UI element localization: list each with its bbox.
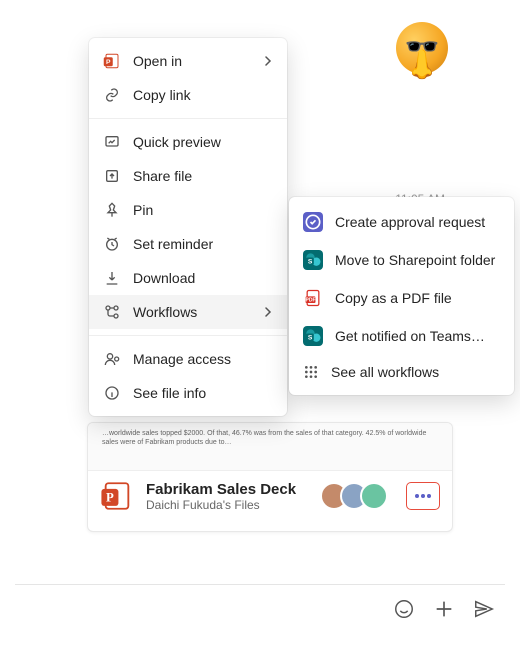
pin-icon — [103, 201, 121, 219]
menu-set-reminder[interactable]: Set reminder — [89, 227, 287, 261]
menu-label: Workflows — [133, 304, 251, 320]
chat-view: 🕶️ 👃 11:05 AM …worldwide sales topped $2… — [0, 0, 520, 652]
add-button[interactable] — [433, 598, 455, 620]
sharepoint-icon: S — [303, 250, 323, 270]
menu-label: Copy link — [133, 87, 273, 103]
submenu-create-approval[interactable]: Create approval request — [289, 203, 514, 241]
menu-separator — [89, 118, 287, 119]
share-icon — [103, 167, 121, 185]
svg-text:PDF: PDF — [306, 297, 316, 303]
menu-label: Quick preview — [133, 134, 273, 150]
submenu-see-all-workflows[interactable]: See all workflows — [289, 355, 514, 389]
menu-label: Get notified on Teams… — [335, 328, 485, 344]
menu-label: Download — [133, 270, 273, 286]
menu-label: Pin — [133, 202, 273, 218]
submenu-get-notified[interactable]: S Get notified on Teams… — [289, 317, 514, 355]
file-attachment-card[interactable]: …worldwide sales topped $2000. Of that, … — [87, 422, 453, 532]
menu-separator — [89, 335, 287, 336]
apps-grid-icon — [303, 364, 319, 380]
file-title: Fabrikam Sales Deck — [146, 481, 308, 498]
powerpoint-icon: P — [103, 52, 121, 70]
svg-text:S: S — [308, 258, 313, 265]
menu-see-file-info[interactable]: See file info — [89, 376, 287, 410]
svg-text:P: P — [106, 59, 111, 66]
manage-access-icon — [103, 350, 121, 368]
sharepoint-icon: S — [303, 326, 323, 346]
menu-label: Manage access — [133, 351, 273, 367]
file-shared-avatars — [320, 482, 388, 510]
emoji-button[interactable] — [393, 598, 415, 620]
menu-label: See file info — [133, 385, 273, 401]
submenu-copy-pdf[interactable]: PDF Copy as a PDF file — [289, 279, 514, 317]
preview-icon — [103, 133, 121, 151]
download-icon — [103, 269, 121, 287]
menu-open-in[interactable]: P Open in — [89, 44, 287, 78]
menu-copy-link[interactable]: Copy link — [89, 78, 287, 112]
info-icon — [103, 384, 121, 402]
compose-bar — [15, 584, 505, 632]
link-icon — [103, 86, 121, 104]
send-button[interactable] — [473, 598, 495, 620]
menu-pin[interactable]: Pin — [89, 193, 287, 227]
workflows-submenu: Create approval request S Move to Sharep… — [289, 197, 514, 395]
file-more-actions-button[interactable] — [406, 482, 440, 510]
menu-label: Move to Sharepoint folder — [335, 252, 495, 268]
menu-quick-preview[interactable]: Quick preview — [89, 125, 287, 159]
approvals-icon — [303, 212, 323, 232]
svg-text:S: S — [308, 334, 313, 341]
menu-manage-access[interactable]: Manage access — [89, 342, 287, 376]
chevron-right-icon — [263, 56, 273, 66]
menu-label: Open in — [133, 53, 251, 69]
submenu-move-sharepoint[interactable]: S Move to Sharepoint folder — [289, 241, 514, 279]
file-context-menu: P Open in Copy link Quick preview Share — [89, 38, 287, 416]
sender-avatar: 🕶️ 👃 — [396, 22, 448, 74]
chevron-right-icon — [263, 307, 273, 317]
powerpoint-icon: P — [100, 479, 134, 513]
menu-workflows[interactable]: Workflows — [89, 295, 287, 329]
menu-label: See all workflows — [331, 364, 439, 380]
menu-label: Create approval request — [335, 214, 485, 230]
clock-icon — [103, 235, 121, 253]
menu-label: Share file — [133, 168, 273, 184]
menu-download[interactable]: Download — [89, 261, 287, 295]
pdf-icon: PDF — [303, 288, 323, 308]
menu-label: Set reminder — [133, 236, 273, 252]
menu-label: Copy as a PDF file — [335, 290, 452, 306]
menu-share-file[interactable]: Share file — [89, 159, 287, 193]
svg-text:P: P — [106, 491, 114, 505]
file-preview-thumbnail: …worldwide sales topped $2000. Of that, … — [88, 423, 452, 471]
workflows-icon — [103, 303, 121, 321]
file-subtitle: Daichi Fukuda's Files — [146, 498, 308, 512]
